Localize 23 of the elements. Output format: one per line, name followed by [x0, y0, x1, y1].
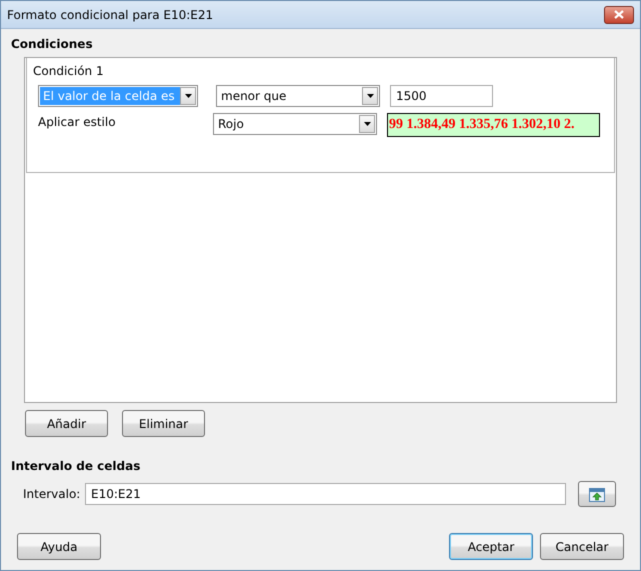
- section-heading: Intervalo de celdas: [11, 458, 142, 475]
- condition-title: Condición 1: [33, 64, 104, 78]
- style-preview: 99 1.384,49 1.335,76 1.302,10 2.: [387, 113, 600, 137]
- dropdown[interactable]: Rojo: [213, 113, 377, 135]
- dialog-button[interactable]: Cancelar: [540, 533, 624, 560]
- list-button[interactable]: Añadir: [25, 410, 108, 437]
- dropdown-arrow-icon: [366, 94, 374, 98]
- window-title: Formato condicional para E10:E21: [7, 6, 214, 24]
- dropdown[interactable]: menor que: [216, 85, 380, 107]
- value-field[interactable]: 1500: [390, 85, 493, 107]
- close-button[interactable]: [604, 6, 634, 24]
- dropdown-arrow-icon: [364, 122, 370, 126]
- range-label: Intervalo:: [23, 486, 82, 503]
- style-label: Aplicar estilo: [37, 114, 117, 131]
- dialog-button[interactable]: Ayuda: [17, 533, 101, 560]
- list-button[interactable]: Eliminar: [122, 410, 205, 437]
- section-heading: Condiciones: [11, 36, 94, 53]
- range-field[interactable]: E10:E21: [85, 483, 566, 505]
- dialog-button[interactable]: Aceptar: [449, 533, 533, 560]
- close-icon: [614, 10, 624, 19]
- dropdown-arrow-icon: [184, 94, 192, 98]
- shrink-button[interactable]: [578, 481, 616, 507]
- shrink-icon: [589, 488, 605, 502]
